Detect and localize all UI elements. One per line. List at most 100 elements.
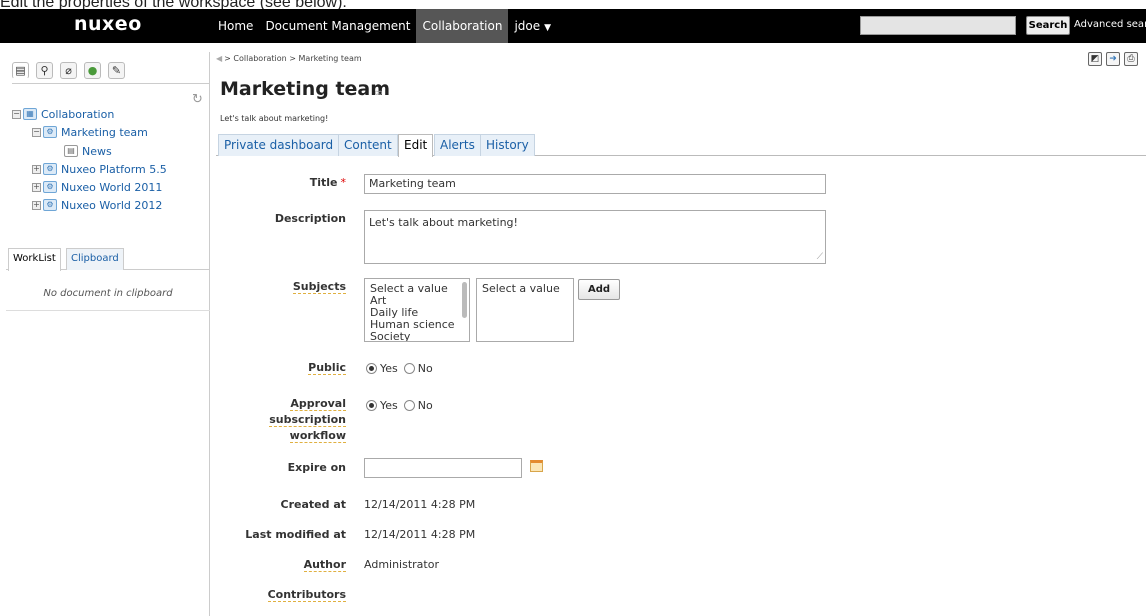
tree-toggle-icon[interactable]: − xyxy=(12,109,21,119)
tab-private-dashboard[interactable]: Private dashboard xyxy=(218,134,340,156)
top-nav: Home Document Management Collaboration j… xyxy=(212,9,557,43)
title-label: Title * xyxy=(309,176,347,189)
caret-down-icon: ▼ xyxy=(544,23,552,33)
radio-label: Yes xyxy=(380,399,398,412)
nav-user-menu[interactable]: jdoe ▼ xyxy=(508,9,557,43)
tree-item-nuxeo-world-2012[interactable]: + ⚙ Nuxeo World 2012 xyxy=(32,197,162,213)
export-icon[interactable]: ➜ xyxy=(1106,52,1120,66)
tree-toggle-icon[interactable]: + xyxy=(32,200,41,210)
document-actions: ◩ ➜ ⎙ xyxy=(1088,52,1138,66)
breadcrumb-path[interactable]: > Collaboration > Marketing team xyxy=(224,54,362,63)
main-content: ◀ > Collaboration > Marketing team ◩ ➜ ⎙ … xyxy=(216,52,1146,616)
resize-handle-icon[interactable]: ⟋ xyxy=(817,252,823,262)
workspace-icon: ⚙ xyxy=(43,181,57,193)
search-input[interactable] xyxy=(860,16,1016,35)
page-description: Let's talk about marketing! xyxy=(220,114,329,123)
nav-document-management[interactable]: Document Management xyxy=(259,9,416,43)
tree-label: Nuxeo World 2012 xyxy=(61,198,163,212)
expire-date-input[interactable] xyxy=(364,458,522,478)
public-radio-group: Yes No xyxy=(366,362,439,375)
tag-icon[interactable]: ⌀ xyxy=(60,62,77,79)
search-button[interactable]: Search xyxy=(1026,16,1070,35)
toggle-view-icon[interactable]: ◩ xyxy=(1088,52,1102,66)
tab-content[interactable]: Content xyxy=(338,134,398,156)
subjects-available-list[interactable]: Select a value Art Daily life Human scie… xyxy=(364,278,470,342)
tree-label: Nuxeo World 2011 xyxy=(61,180,163,194)
tab-history[interactable]: History xyxy=(480,134,535,156)
created-value: 12/14/2011 4:28 PM xyxy=(364,498,476,511)
divider xyxy=(6,310,210,311)
document-icon: ▤ xyxy=(64,145,78,157)
list-scrollbar[interactable] xyxy=(462,282,467,318)
public-label: Public xyxy=(308,361,346,375)
required-marker: * xyxy=(340,176,347,189)
sidebar: ▤ ⚲ ⌀ ● ✎ ↻ − ▦ Collaboration − ⚙ Market… xyxy=(6,52,210,616)
list-item[interactable]: Society xyxy=(370,331,464,342)
tree-toggle-icon[interactable]: + xyxy=(32,182,41,192)
document-edit-icon[interactable]: ✎ xyxy=(108,62,125,79)
approval-no-radio[interactable] xyxy=(403,400,415,411)
tree-item-collaboration[interactable]: − ▦ Collaboration xyxy=(12,106,114,122)
description-textarea[interactable]: Let's talk about marketing! ⟋ xyxy=(364,210,826,264)
clipboard-empty-message: No document in clipboard xyxy=(43,288,173,299)
radio-label: No xyxy=(417,362,433,375)
expire-label: Expire on xyxy=(287,461,346,474)
tree-item-news[interactable]: ▤ News xyxy=(64,143,112,159)
breadcrumb: ◀ > Collaboration > Marketing team xyxy=(216,54,362,63)
tree-toggle-icon[interactable]: + xyxy=(32,164,41,174)
permalink-icon[interactable]: ∞ xyxy=(374,86,383,99)
tab-edit[interactable]: Edit xyxy=(398,134,434,157)
author-value: Administrator xyxy=(364,558,439,571)
nuxeo-logo[interactable]: nuxeo xyxy=(74,13,142,35)
tree-item-marketing-team[interactable]: − ⚙ Marketing team xyxy=(32,124,148,140)
print-icon[interactable]: ⎙ xyxy=(1124,52,1138,66)
user-name: jdoe xyxy=(514,19,541,33)
globe-icon[interactable]: ● xyxy=(84,62,101,79)
description-value: Let's talk about marketing! xyxy=(369,216,518,229)
contributors-label: Contributors xyxy=(267,588,346,602)
author-label: Author xyxy=(303,558,346,572)
tree-item-nuxeo-platform-5-5[interactable]: + ⚙ Nuxeo Platform 5.5 xyxy=(32,161,167,177)
clipboard-tabs: WorkList Clipboard xyxy=(6,248,210,271)
approval-workflow-label: Approval subscription workflow xyxy=(269,397,346,443)
approval-yes-radio[interactable] xyxy=(366,400,377,411)
public-yes-radio[interactable] xyxy=(366,363,377,374)
workspace-icon: ⚙ xyxy=(43,199,57,211)
top-bar: nuxeo Home Document Management Collabora… xyxy=(0,9,1146,43)
sidebar-tabs: ▤ ⚲ ⌀ ● ✎ xyxy=(12,60,210,84)
tab-clipboard[interactable]: Clipboard xyxy=(66,248,124,270)
tree-toggle-icon[interactable]: − xyxy=(32,127,41,137)
search-icon[interactable]: ⚲ xyxy=(36,62,53,79)
workspace-icon: ⚙ xyxy=(43,163,57,175)
tree-label: Marketing team xyxy=(61,125,148,139)
refresh-icon[interactable]: ↻ xyxy=(192,92,203,107)
navigation-tree-icon[interactable]: ▤ xyxy=(12,62,29,79)
nav-home[interactable]: Home xyxy=(212,9,259,43)
tree-label: News xyxy=(82,144,112,158)
approval-radio-group: Yes No xyxy=(366,399,439,412)
advanced-search-link[interactable]: Advanced search xyxy=(1074,19,1146,30)
add-subject-button[interactable]: Add xyxy=(578,279,620,300)
tree-label: Nuxeo Platform 5.5 xyxy=(61,162,167,176)
back-arrow-icon[interactable]: ◀ xyxy=(216,54,222,63)
nav-collaboration[interactable]: Collaboration xyxy=(416,9,509,43)
page-title: Marketing team xyxy=(220,78,391,100)
list-item: Select a value xyxy=(482,282,560,295)
calendar-icon[interactable] xyxy=(530,460,543,472)
description-label: Description xyxy=(274,212,346,225)
modified-label: Last modified at xyxy=(245,528,346,541)
workspace-icon: ⚙ xyxy=(43,126,57,138)
subjects-selected-list[interactable]: Select a value xyxy=(476,278,574,342)
created-label: Created at xyxy=(280,498,346,511)
tree-item-nuxeo-world-2011[interactable]: + ⚙ Nuxeo World 2011 xyxy=(32,179,162,195)
subjects-label: Subjects xyxy=(292,280,346,294)
radio-label: Yes xyxy=(380,362,398,375)
database-icon: ▦ xyxy=(23,108,37,120)
radio-label: No xyxy=(417,399,433,412)
tab-worklist[interactable]: WorkList xyxy=(8,248,61,271)
document-tabs: Private dashboard Content Edit Alerts Hi… xyxy=(216,134,1146,157)
tab-alerts[interactable]: Alerts xyxy=(434,134,481,156)
title-input[interactable]: Marketing team xyxy=(364,174,826,194)
public-no-radio[interactable] xyxy=(403,363,415,374)
modified-value: 12/14/2011 4:28 PM xyxy=(364,528,476,541)
